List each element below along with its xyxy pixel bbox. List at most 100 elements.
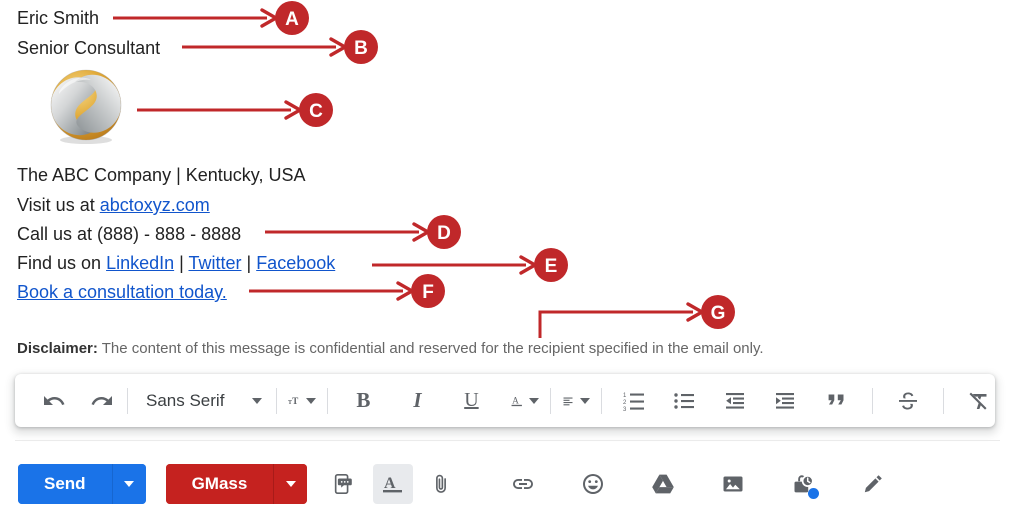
social-separator-2: | <box>241 253 257 273</box>
italic-icon[interactable]: I <box>400 381 434 421</box>
insert-photo-icon[interactable] <box>713 464 753 504</box>
svg-text:3: 3 <box>623 407 627 413</box>
annotation-arrowhead <box>686 302 704 322</box>
linkedin-link[interactable]: LinkedIn <box>106 253 174 273</box>
remove-formatting-icon[interactable] <box>962 381 996 421</box>
toolbar-divider-1 <box>127 387 128 414</box>
indent-decrease-icon[interactable] <box>718 381 752 421</box>
annotation-label: G <box>711 303 726 324</box>
annotation-label: A <box>285 9 299 30</box>
svg-text:A: A <box>384 475 396 492</box>
signature-social-line: Find us on LinkedIn | Twitter | Facebook <box>17 252 335 274</box>
underline-icon[interactable]: U <box>454 381 488 421</box>
gmass-button[interactable]: GMass <box>165 463 274 504</box>
annotation-marker-e: E <box>372 248 568 282</box>
annotation-label: F <box>422 282 434 303</box>
attach-file-icon[interactable] <box>421 464 461 504</box>
annotation-circle <box>344 30 378 64</box>
send-options-dropdown[interactable] <box>111 463 146 504</box>
signature-phone-line: Call us at (888) - 888 - 8888 <box>17 224 242 244</box>
email-signature-body[interactable]: Eric Smith Senior Consultant The ABC Com… <box>0 0 1015 368</box>
align-icon[interactable] <box>559 381 593 421</box>
annotation-arrowhead <box>329 37 347 57</box>
bold-icon[interactable]: B <box>346 381 380 421</box>
chevron-down-icon <box>285 480 296 487</box>
annotation-circle <box>427 215 461 249</box>
annotation-label: C <box>309 101 323 122</box>
toolbar-divider-3 <box>327 387 329 414</box>
redo-icon[interactable] <box>85 381 119 421</box>
send-button-group[interactable]: Send <box>18 463 146 504</box>
svg-text:T: T <box>293 395 300 405</box>
underline-glyph: U <box>464 389 479 411</box>
indent-increase-icon[interactable] <box>768 381 802 421</box>
signature-company-line: The ABC Company | Kentucky, USA <box>17 165 306 185</box>
annotation-line <box>538 310 693 338</box>
annotation-circle <box>701 295 735 329</box>
numbered-list-icon[interactable]: 1 2 3 <box>618 381 652 421</box>
notification-dot-badge <box>808 487 820 499</box>
insert-emoji-icon[interactable] <box>573 464 613 504</box>
annotation-arrowhead <box>412 222 430 242</box>
text-color-icon[interactable]: A <box>508 381 542 421</box>
facebook-link[interactable]: Facebook <box>256 253 335 273</box>
compose-action-bar: Send GMass A <box>0 450 1015 517</box>
strikethrough-icon[interactable] <box>891 381 925 421</box>
sms-icon[interactable] <box>323 464 363 504</box>
annotation-marker-f: F <box>249 274 445 308</box>
quote-icon[interactable] <box>820 381 854 421</box>
chevron-down-icon <box>529 397 540 404</box>
annotation-label: B <box>354 38 368 59</box>
gmass-options-dropdown[interactable] <box>273 463 308 504</box>
book-consultation-link[interactable]: Book a consultation today. <box>17 282 227 302</box>
font-size-icon[interactable]: T T <box>285 381 319 421</box>
insert-link-icon[interactable] <box>503 464 543 504</box>
font-family-select[interactable]: Sans Serif <box>136 381 268 421</box>
annotation-arrowhead <box>519 255 537 275</box>
annotation-label: D <box>437 223 451 244</box>
twitter-link[interactable]: Twitter <box>188 253 241 273</box>
svg-text:T: T <box>288 399 292 405</box>
gmass-button-group[interactable]: GMass <box>165 463 308 504</box>
annotation-marker-g: G <box>538 295 735 338</box>
undo-icon[interactable] <box>37 381 71 421</box>
annotation-arrowhead <box>396 281 414 301</box>
website-link[interactable]: abctoxyz.com <box>100 195 210 215</box>
bulleted-list-icon[interactable] <box>668 381 702 421</box>
chevron-down-icon <box>306 397 317 404</box>
chevron-down-icon <box>252 397 263 404</box>
chevron-down-icon <box>580 397 591 404</box>
signature-job-title: Senior Consultant <box>17 38 161 58</box>
bold-glyph: B <box>356 388 371 412</box>
disclaimer-label: Disclaimer: <box>17 340 98 357</box>
toolbar-divider-5 <box>601 387 603 414</box>
company-logo-icon <box>47 68 125 146</box>
send-button[interactable]: Send <box>18 463 112 504</box>
svg-text:2: 2 <box>623 400 627 406</box>
confidential-mode-icon[interactable] <box>783 464 823 504</box>
disclaimer-body: The content of this message is confident… <box>97 340 764 357</box>
social-prefix-text: Find us on <box>17 253 107 273</box>
annotation-circle <box>299 93 333 127</box>
svg-text:1: 1 <box>623 393 627 399</box>
toolbar-divider-4 <box>550 387 552 414</box>
annotation-marker-a: A <box>113 1 309 35</box>
annotation-arrowhead <box>260 8 278 28</box>
annotation-circle <box>534 248 568 282</box>
annotation-arrowhead <box>284 100 302 120</box>
signature-name: Eric Smith <box>17 8 100 28</box>
annotation-label: E <box>545 256 558 277</box>
visit-prefix-text: Visit us at <box>17 195 100 215</box>
toolbar-bottom-divider <box>15 440 1000 441</box>
social-separator-1: | <box>174 253 189 273</box>
formatting-options-icon[interactable]: A <box>373 463 414 504</box>
toolbar-divider-7 <box>943 387 945 414</box>
annotation-marker-d: D <box>265 215 461 249</box>
insert-signature-icon[interactable] <box>853 464 893 504</box>
signature-website-line: Visit us at abctoxyz.com <box>17 194 210 216</box>
annotation-circle <box>411 274 445 308</box>
formatting-toolbar[interactable]: Sans Serif T T B I U A 1 2 3 <box>15 374 995 427</box>
annotation-marker-c: C <box>137 93 333 127</box>
google-drive-icon[interactable] <box>643 464 683 504</box>
disclaimer-text: Disclaimer: The content of this message … <box>17 339 764 358</box>
